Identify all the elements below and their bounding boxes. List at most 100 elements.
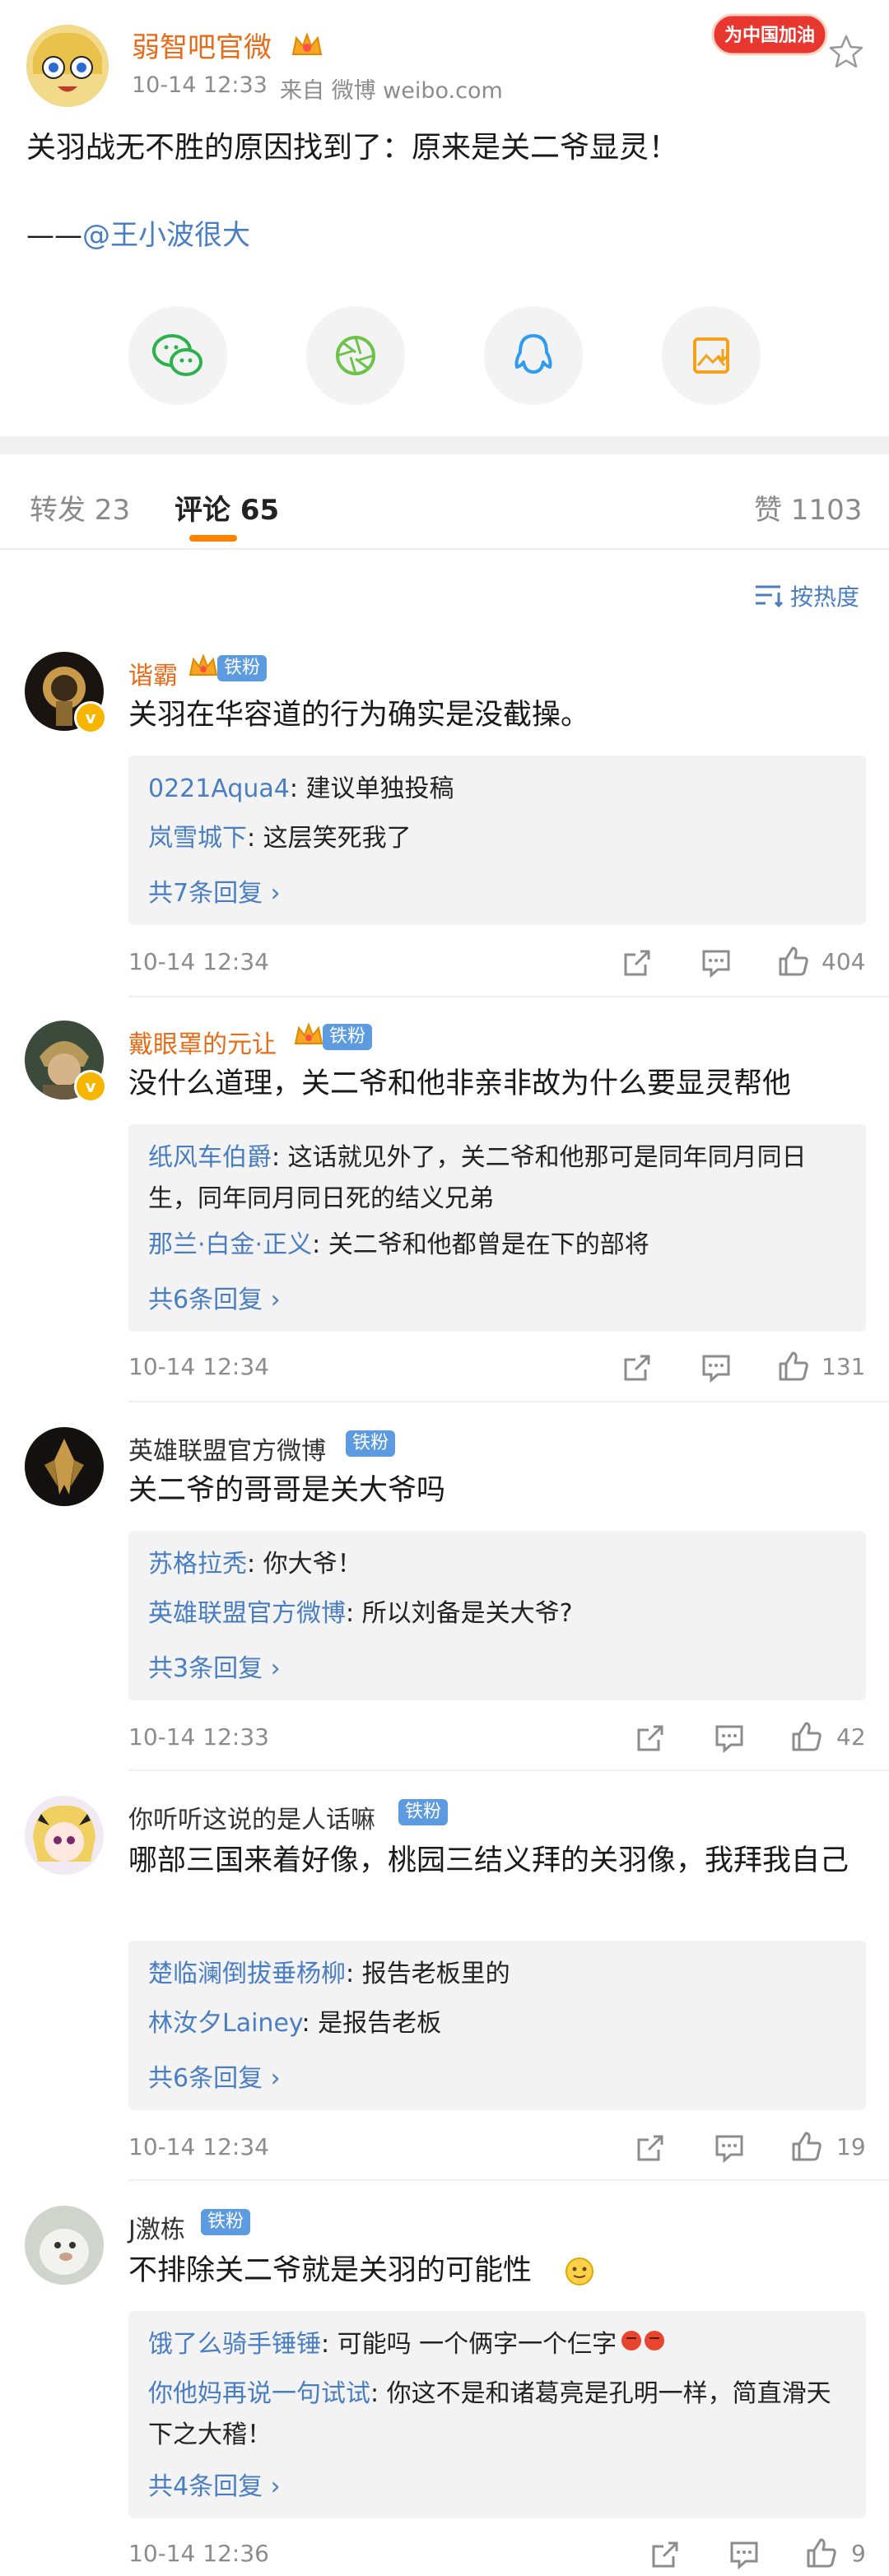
like-icon[interactable] (790, 1720, 823, 1753)
comment-author[interactable]: J激栋 (128, 2209, 185, 2245)
reply-text: : 是报告老板 (301, 2009, 442, 2038)
post-text: 关羽战无不胜的原因找到了：原来是关二爷显灵！ (26, 131, 679, 165)
more-replies-link[interactable]: 共3条回复 › (148, 1648, 281, 1684)
like-icon[interactable] (805, 2536, 838, 2569)
reply-item: 岚雪城下: 这层笑死我了 (148, 818, 840, 859)
verified-icon: v (74, 1070, 107, 1103)
section-divider (0, 436, 889, 454)
repost-icon[interactable] (621, 946, 654, 979)
comment-separator (128, 2179, 889, 2181)
reply-item: 你他妈再说一句试试: 你这不是和诸葛亮是孔明一样，简直滑天下之大稽！ (148, 2374, 840, 2456)
comment-icon[interactable] (700, 1351, 733, 1384)
comment-icon[interactable] (700, 946, 733, 979)
author-avatar[interactable] (26, 25, 109, 107)
like-count: 19 (836, 2133, 866, 2160)
active-tab-indicator (189, 535, 237, 542)
sort-by-hot-button[interactable]: 按热度 (790, 579, 859, 612)
comment-text: 关二爷的哥哥是关大爷吗 (128, 1474, 446, 1507)
reply-author[interactable]: 你他妈再说一句试试 (148, 2379, 370, 2408)
author-name[interactable]: 弱智吧官微 (132, 25, 272, 65)
vip-crown-icon (188, 652, 219, 680)
reply-item: 苏格拉秃: 你大爷！ (148, 1544, 840, 1585)
reply-author[interactable]: 0221Aqua4 (148, 774, 290, 803)
more-replies-link[interactable]: 共6条回复 › (148, 2058, 281, 2094)
reply-author[interactable]: 岚雪城下 (148, 824, 247, 853)
reply-text: : 报告老板里的 (346, 1960, 510, 1988)
tab-reposts[interactable]: 转发 23 (30, 487, 130, 528)
like-icon[interactable] (777, 945, 810, 978)
like-count: 9 (851, 2540, 866, 2567)
fan-badge: 铁粉 (398, 1799, 449, 1825)
repost-icon[interactable] (634, 1722, 667, 1755)
vip-crown-icon (293, 1021, 324, 1049)
reply-item: 楚临澜倒拔垂杨柳: 报告老板里的 (148, 1954, 840, 1995)
like-icon[interactable] (777, 1350, 810, 1383)
like-icon[interactable] (790, 2130, 823, 2163)
comment-text: 不排除关二爷就是关羽的可能性 (128, 2254, 533, 2287)
favorite-star-icon[interactable] (827, 33, 865, 71)
comment-icon[interactable] (713, 1722, 746, 1755)
comment-text: 没什么道理，关二爷和他非亲非故为什么要显灵帮他 (128, 1067, 792, 1100)
more-replies-link[interactable]: 共4条回复 › (148, 2466, 281, 2502)
save-image-button[interactable] (662, 306, 761, 405)
comment-author[interactable]: 戴眼罩的元让 (128, 1024, 277, 1060)
like-count: 404 (822, 948, 866, 975)
share-moments-button[interactable] (306, 306, 405, 405)
like-count: 131 (822, 1353, 866, 1380)
reply-text: : 这层笑死我了 (247, 824, 412, 853)
tab-divider (0, 548, 889, 550)
reply-item: 纸风车伯爵: 这话就见外了，关二爷和他那可是同年同月同日生，同年同月同日死的结义… (148, 1137, 840, 1220)
reply-item: 0221Aqua4: 建议单独投稿 (148, 769, 840, 810)
comment-author[interactable]: 英雄联盟官方微博 (128, 1430, 326, 1467)
comment-time: 10-14 12:34 (128, 948, 269, 975)
comment-time: 10-14 12:34 (128, 1353, 269, 1380)
reply-item: 林汝夕Lainey: 是报告老板 (148, 2003, 840, 2044)
reply-text: : 关二爷和他都曾是在下的部将 (312, 1230, 649, 1259)
reply-author[interactable]: 那兰·白金·正义 (148, 1230, 312, 1259)
reply-author[interactable]: 楚临澜倒拔垂杨柳 (148, 1960, 346, 1988)
repost-icon[interactable] (634, 2132, 667, 2164)
tab-likes[interactable]: 赞 1103 (754, 487, 862, 528)
post-time: 10-14 12:33 (132, 72, 268, 98)
post-source: 来自 微博 weibo.com (280, 78, 503, 104)
comment-avatar[interactable] (25, 1427, 104, 1506)
comment-time: 10-14 12:33 (128, 1723, 269, 1751)
reply-text: : 所以刘备是关大爷? (346, 1599, 573, 1628)
vip-crown-icon (290, 30, 324, 59)
qq-penguin-icon (514, 334, 552, 374)
comment-icon[interactable] (713, 2132, 746, 2164)
fan-badge: 铁粉 (201, 2209, 251, 2235)
comment-author[interactable]: 你听听这说的是人话嘛 (128, 1799, 375, 1835)
reply-item: 英雄联盟官方微博: 所以刘备是关大爷? (148, 1593, 840, 1634)
comment-avatar[interactable] (25, 1796, 104, 1875)
repost-icon[interactable] (621, 1351, 654, 1384)
comment-separator (128, 1769, 889, 1771)
post-credit: ——@王小波很大 (26, 212, 250, 253)
reply-text: : 建议单独投稿 (289, 774, 454, 803)
more-replies-link[interactable]: 共6条回复 › (148, 1279, 281, 1315)
reply-author[interactable]: 饿了么骑手锤锤 (148, 2330, 321, 2359)
reply-item: 那兰·白金·正义: 关二爷和他都曾是在下的部将 (148, 1225, 840, 1266)
reply-author[interactable]: 苏格拉秃 (148, 1550, 247, 1579)
share-qq-button[interactable] (484, 306, 583, 405)
china-badge-label: 为中国加油 (724, 26, 815, 46)
reply-author[interactable]: 林汝夕Lainey (148, 2009, 301, 2038)
reply-author[interactable]: 纸风车伯爵 (148, 1143, 272, 1172)
comment-author[interactable]: 谐霸 (128, 655, 178, 691)
fan-badge: 铁粉 (346, 1430, 396, 1457)
moments-shutter-icon (336, 336, 375, 375)
credit-mention-link[interactable]: @王小波很大 (82, 219, 250, 252)
reply-author[interactable]: 英雄联盟官方微博 (148, 1599, 346, 1628)
share-wechat-button[interactable] (128, 306, 227, 405)
verified-icon: v (74, 701, 107, 734)
repost-icon[interactable] (649, 2538, 682, 2571)
more-replies-link[interactable]: 共7条回复 › (148, 872, 281, 909)
comment-time: 10-14 12:34 (128, 2133, 269, 2160)
fan-badge: 铁粉 (217, 655, 268, 681)
comment-icon[interactable] (728, 2538, 761, 2571)
sort-icon[interactable] (752, 583, 785, 608)
tab-comments[interactable]: 评论 65 (175, 487, 279, 528)
comment-avatar[interactable] (25, 2206, 104, 2285)
reply-text: : 你大爷！ (247, 1550, 362, 1579)
smile-emoji-icon (565, 2257, 594, 2286)
